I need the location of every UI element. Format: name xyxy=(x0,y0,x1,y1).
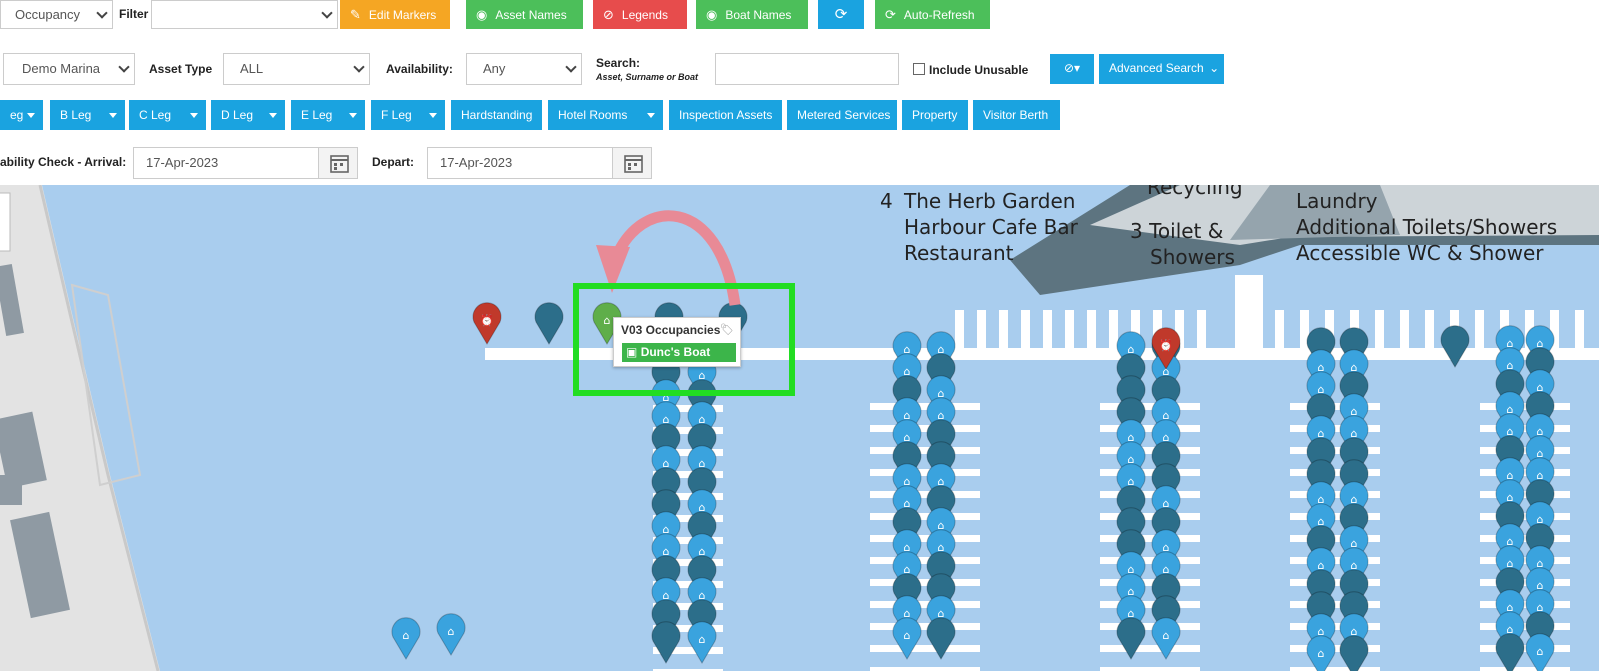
boat-names-button[interactable]: ◉ Boat Names xyxy=(696,0,808,29)
depart-label: Depart: xyxy=(372,155,415,169)
edit-icon: ✎ xyxy=(350,7,361,22)
marina-select[interactable]: Demo Marina xyxy=(3,53,135,85)
filter-clear-icon: ⊘▾ xyxy=(1063,61,1081,75)
leg-tab-a[interactable]: eg xyxy=(0,100,43,130)
berth-pin[interactable] xyxy=(534,302,564,345)
availability-label: Availability: xyxy=(386,62,453,76)
arrival-label: ability Check - Arrival: xyxy=(0,155,127,169)
boat-entry[interactable]: ▣ Dunc's Boat xyxy=(622,343,736,362)
bed-icon: ⌂ xyxy=(403,629,410,642)
berth-pin[interactable]: ⌂ xyxy=(892,617,922,660)
include-unusable-label: Include Unusable xyxy=(929,63,1029,77)
tab-metered-services[interactable]: Metered Services xyxy=(787,100,897,130)
chevron-down-icon xyxy=(190,113,198,118)
bed-icon: ⌂ xyxy=(1163,629,1170,642)
chevron-down-icon xyxy=(269,113,277,118)
map-label-herb-garden: The Herb Garden xyxy=(904,189,1076,213)
leg-tab-d[interactable]: D Leg xyxy=(211,100,285,130)
map-label-restaurant: Restaurant xyxy=(904,241,1014,265)
berth-pin[interactable]: ⌂ xyxy=(436,613,466,656)
eye-slash-icon: ⊘ xyxy=(603,7,614,22)
advanced-search-button[interactable]: Advanced Search ⌄ xyxy=(1099,54,1224,84)
map-label-additional-toilets: Additional Toilets/Showers xyxy=(1296,215,1558,239)
refresh-icon: ⟳ xyxy=(834,6,848,23)
popup-title: V03 Occupancies xyxy=(621,323,721,337)
briefcase-icon: ▣ xyxy=(626,345,638,359)
alarm-icon: ⏰ xyxy=(480,313,494,327)
annotation-arrow xyxy=(609,210,741,306)
chevron-down-icon xyxy=(349,113,357,118)
arrival-date-input[interactable]: 17-Apr-2023 xyxy=(133,147,319,179)
arrival-calendar-button[interactable] xyxy=(318,147,358,179)
alarm-icon: ⏰ xyxy=(1159,338,1173,352)
map-label-recycling: Recycling xyxy=(1147,185,1243,199)
berth-pin[interactable] xyxy=(1339,635,1369,671)
berth-pin[interactable]: ⌂ xyxy=(687,621,717,664)
filter-select[interactable] xyxy=(151,0,338,29)
map-label-accessible-wc: Accessible WC & Shower xyxy=(1296,241,1544,265)
bed-icon: ⌂ xyxy=(448,625,455,638)
berth-pin[interactable] xyxy=(1116,617,1146,660)
berth-pin[interactable] xyxy=(1495,633,1525,671)
map-label-showers: Showers xyxy=(1150,245,1235,269)
asset-type-label: Asset Type xyxy=(149,62,213,76)
berth-pin[interactable] xyxy=(926,617,956,660)
asset-type-select[interactable]: ALL xyxy=(223,53,370,85)
tag-icon: 🏷 xyxy=(720,324,734,336)
occupancy-popup[interactable]: V03 Occupancies 🏷 ▣ Dunc's Boat xyxy=(613,317,741,367)
tab-hardstanding[interactable]: Hardstanding xyxy=(451,100,542,130)
bed-icon: ⌂ xyxy=(699,633,706,646)
clear-filter-button[interactable]: ⊘▾ xyxy=(1050,54,1094,84)
bed-icon: ⌂ xyxy=(604,314,611,327)
calendar-icon xyxy=(330,155,349,173)
leg-tab-f[interactable]: F Leg xyxy=(371,100,445,130)
tab-hotel-rooms[interactable]: Hotel Rooms xyxy=(548,100,663,130)
bed-icon: ⌂ xyxy=(904,629,911,642)
berth-pin[interactable] xyxy=(651,621,681,664)
chevron-down-icon xyxy=(27,113,35,118)
tab-inspection-assets[interactable]: Inspection Assets xyxy=(669,100,782,130)
tab-visitor-berth[interactable]: Visitor Berth xyxy=(973,100,1060,130)
berth-pin[interactable] xyxy=(1440,325,1470,368)
search-input[interactable] xyxy=(715,53,899,85)
chevron-down-icon xyxy=(647,113,655,118)
asset-names-button[interactable]: ◉ Asset Names xyxy=(466,0,583,29)
chevron-down-icon: ⌄ xyxy=(1209,61,1220,75)
mode-select[interactable]: Occupancy xyxy=(0,0,113,29)
berth-pin[interactable]: ⌂ xyxy=(1525,633,1555,671)
map-label-harbour-cafe: Harbour Cafe Bar xyxy=(904,215,1078,239)
leg-tab-c[interactable]: C Leg xyxy=(129,100,206,130)
edit-markers-button[interactable]: ✎ Edit Markers xyxy=(340,0,450,29)
bed-icon: ⌂ xyxy=(1537,645,1544,658)
marina-map[interactable]: ⏰ ⌂ ⌂ ⌂ ⌂ ⌂ ⌂ ⌂ ⌂ ⌂ ⌂ ⌂ ⌂ ⌂ ⌂ ⌂ ⌂ ⌂ ⌂ ⌂ ⌂ ⌂ ⌂ ⌂ ⌂ ⌂ ⌂ ⌂ ⌂ ⌂ ⌂ ⌂ ⌂ ⌂ ⌂ ⌂ ⌂ ⌂ ⌂ ⌂… xyxy=(0,185,1599,671)
refresh-button[interactable]: ⟳ xyxy=(818,0,864,29)
tab-property[interactable]: Property xyxy=(902,100,968,130)
include-unusable-checkbox[interactable] xyxy=(913,63,925,75)
refresh-icon: ⟳ xyxy=(885,7,896,22)
search-hint: Asset, Surname or Boat xyxy=(596,72,699,82)
availability-select[interactable]: Any xyxy=(466,53,582,85)
berth-pin[interactable]: ⌂ xyxy=(1306,635,1336,671)
calendar-icon xyxy=(624,155,643,173)
map-label-4: 4 xyxy=(880,189,893,213)
leg-tab-b[interactable]: B Leg xyxy=(50,100,125,130)
map-label-toilet: 3 Toilet & xyxy=(1130,219,1224,243)
berth-pin-alarm[interactable]: ⏰ xyxy=(472,302,502,345)
map-label-laundry: Laundry xyxy=(1296,189,1378,213)
eye-icon: ◉ xyxy=(476,7,488,22)
legends-button[interactable]: ⊘ Legends xyxy=(593,0,687,29)
berth-pin[interactable]: ⌂ xyxy=(391,617,421,660)
search-label: Search: xyxy=(596,56,641,70)
chevron-down-icon xyxy=(109,113,117,118)
depart-calendar-button[interactable] xyxy=(612,147,652,179)
eye-icon: ◉ xyxy=(706,7,718,22)
depart-date-input[interactable]: 17-Apr-2023 xyxy=(427,147,613,179)
berth-pin[interactable]: ⌂ xyxy=(1151,617,1181,660)
leg-tab-e[interactable]: E Leg xyxy=(291,100,365,130)
auto-refresh-button[interactable]: ⟳ Auto-Refresh xyxy=(875,0,990,29)
bed-icon: ⌂ xyxy=(1318,647,1325,660)
chevron-down-icon xyxy=(429,113,437,118)
filter-label: Filter xyxy=(119,7,149,21)
